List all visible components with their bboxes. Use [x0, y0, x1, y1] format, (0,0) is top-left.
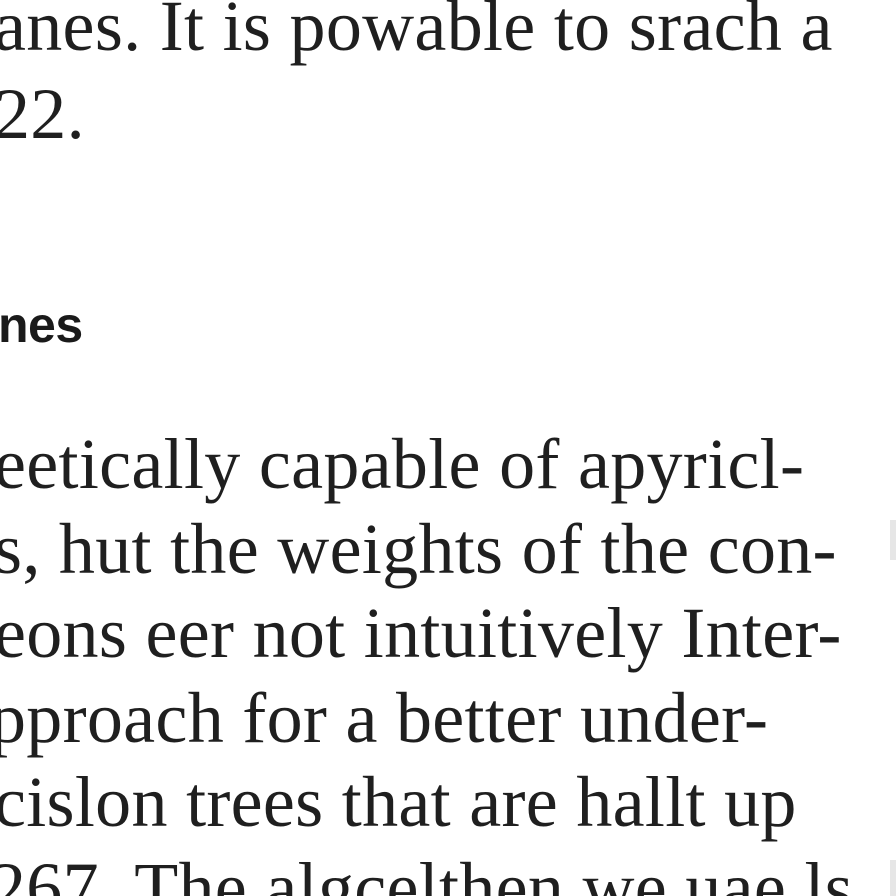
paragraph-line: s, hut the weights of the con-	[0, 509, 837, 589]
section-heading: nes	[0, 297, 83, 353]
page-edge-shadow	[890, 860, 896, 896]
page-edge-shadow	[890, 520, 896, 560]
paragraph-line: cislon trees that are hallt up	[0, 762, 797, 842]
paragraph-line: eons eer not intuitively Inter-	[0, 593, 842, 673]
paragraph-line: 22.	[0, 74, 85, 154]
paragraph-line: 267. The algcelthen we uae ls	[0, 848, 854, 896]
paragraph-line: anes. It is powable to srach a	[0, 0, 833, 66]
paragraph-line: eetically capable of apyricl-	[0, 424, 805, 504]
document-page: anes. It is powable to srach a 22. nes e…	[0, 0, 896, 896]
paragraph-line: pproach for a better under-	[0, 678, 769, 758]
